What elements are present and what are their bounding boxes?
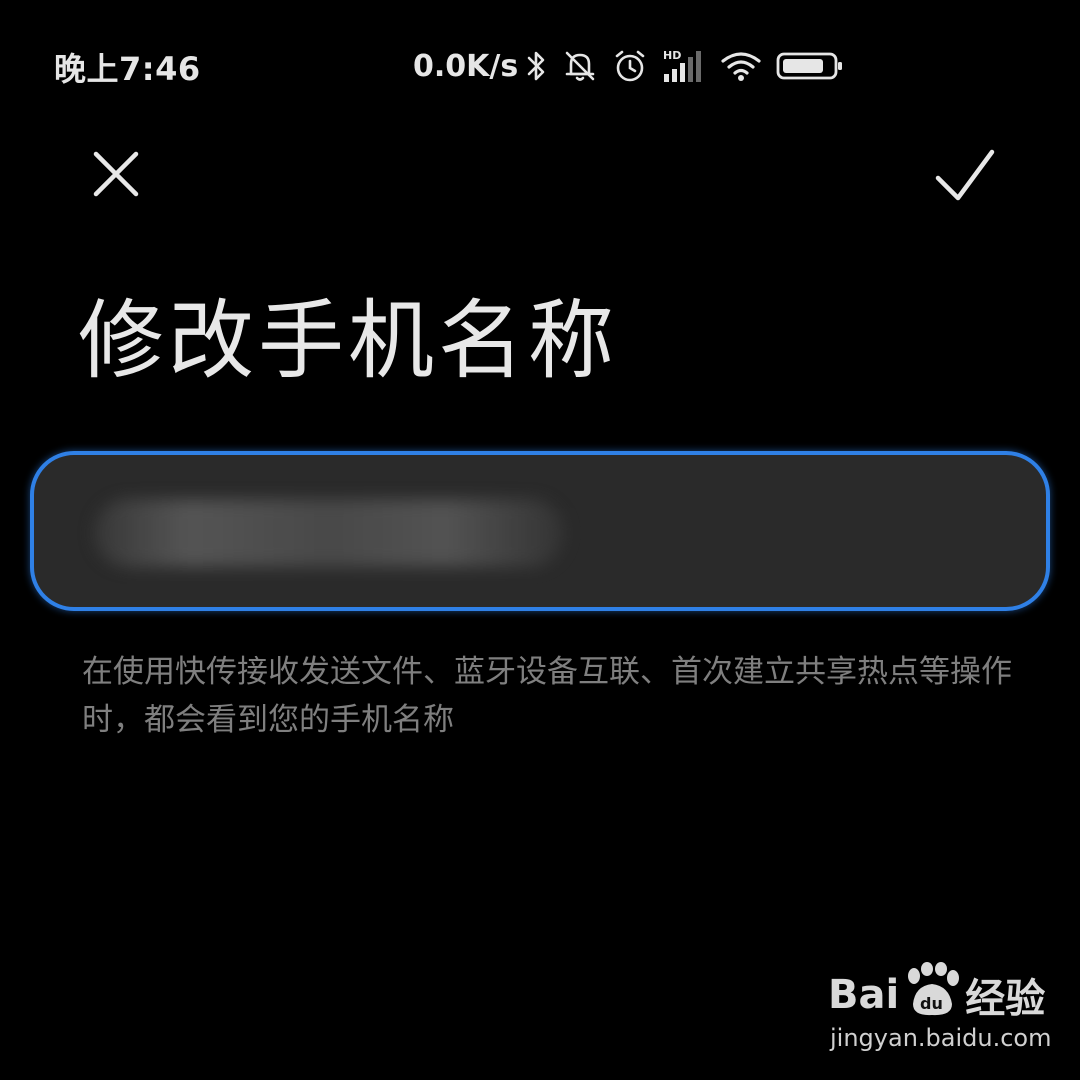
- watermark-url: jingyan.baidu.com: [830, 1024, 1052, 1052]
- mute-bell-icon: [562, 48, 598, 84]
- confirm-button[interactable]: [930, 144, 1000, 208]
- close-icon: [93, 151, 139, 197]
- network-speed: 0.0K/s: [413, 48, 519, 84]
- status-icons: 0.0K/s HD: [413, 44, 858, 88]
- hint-text: 在使用快传接收发送文件、蓝牙设备互联、首次建立共享热点等操作时，都会看到您的手机…: [82, 654, 1012, 738]
- paw-icon: du: [901, 962, 963, 1028]
- page-title: 修改手机名称: [78, 291, 618, 391]
- watermark-brand-left: Bai: [828, 972, 900, 1018]
- bluetooth-icon: [526, 49, 548, 83]
- battery-icon: [776, 49, 844, 83]
- hd-label: HD: [663, 49, 681, 62]
- status-bar: 晚上7:46 0.0K/s HD: [0, 30, 1080, 100]
- watermark-brand-right: 经验: [965, 976, 1046, 1022]
- watermark-logo: Bai du 经验: [828, 962, 1045, 1028]
- phone-name-field[interactable]: [30, 451, 1050, 611]
- alarm-icon: [612, 48, 648, 84]
- close-button[interactable]: [86, 144, 146, 204]
- baidu-jingyan-watermark: Bai du 经验 jingyan.baidu.com: [828, 962, 1058, 1062]
- status-time: 晚上7:46: [54, 50, 201, 88]
- hd-signal-icon: HD: [662, 48, 706, 84]
- paw-label: du: [920, 994, 943, 1013]
- wifi-icon: [720, 49, 762, 83]
- screen: 晚上7:46 0.0K/s HD 修改手机名称 在使用快传接收发送文件、蓝牙设备…: [0, 0, 1080, 1080]
- obscured-name-value: [94, 499, 564, 567]
- check-icon: [935, 149, 995, 201]
